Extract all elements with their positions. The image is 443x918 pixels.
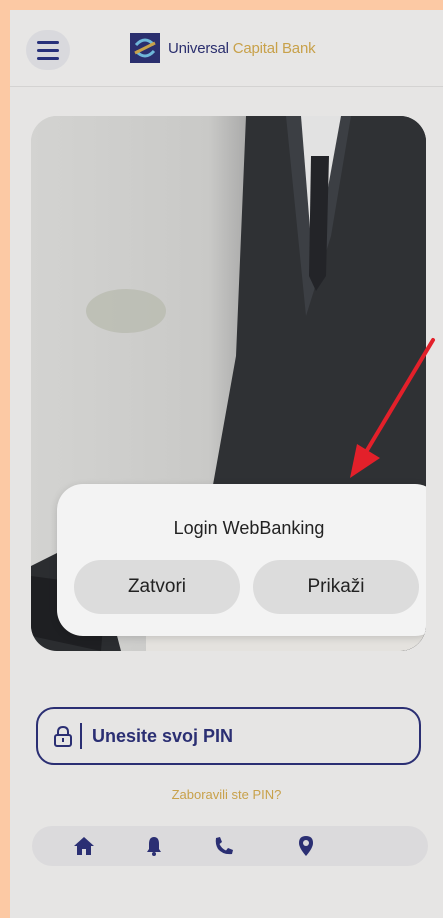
menu-button[interactable] — [26, 30, 70, 70]
pin-placeholder: Unesite svoj PIN — [92, 725, 234, 746]
bank-logo-icon — [130, 33, 160, 63]
brand-name-primary: Universal — [168, 39, 229, 57]
bell-icon[interactable] — [142, 834, 166, 858]
hero-image: Login WebBanking Zatvori Prikaži — [31, 116, 426, 651]
lock-icon — [54, 725, 72, 747]
brand-name: Universal Capital Bank — [168, 39, 316, 57]
login-dialog: Login WebBanking Zatvori Prikaži — [57, 484, 426, 636]
show-button[interactable]: Prikaži — [253, 560, 419, 614]
brand-name-secondary: Capital Bank — [232, 39, 316, 57]
dialog-title: Login WebBanking — [173, 518, 325, 538]
location-pin-icon[interactable] — [294, 834, 318, 858]
forgot-pin-link[interactable]: Zaboravili ste PIN? — [10, 787, 443, 802]
hamburger-menu-icon — [37, 40, 59, 44]
app-header: Universal Capital Bank — [10, 10, 443, 87]
pin-divider — [80, 723, 82, 749]
home-icon[interactable] — [72, 834, 96, 858]
brand-logo: Universal Capital Bank — [130, 33, 316, 63]
phone-screen: Universal Capital Bank Login WebBanking … — [10, 10, 443, 918]
pin-input[interactable]: Unesite svoj PIN — [36, 707, 421, 765]
bottom-nav — [32, 826, 428, 866]
phone-icon[interactable] — [212, 834, 236, 858]
close-button[interactable]: Zatvori — [74, 560, 240, 614]
